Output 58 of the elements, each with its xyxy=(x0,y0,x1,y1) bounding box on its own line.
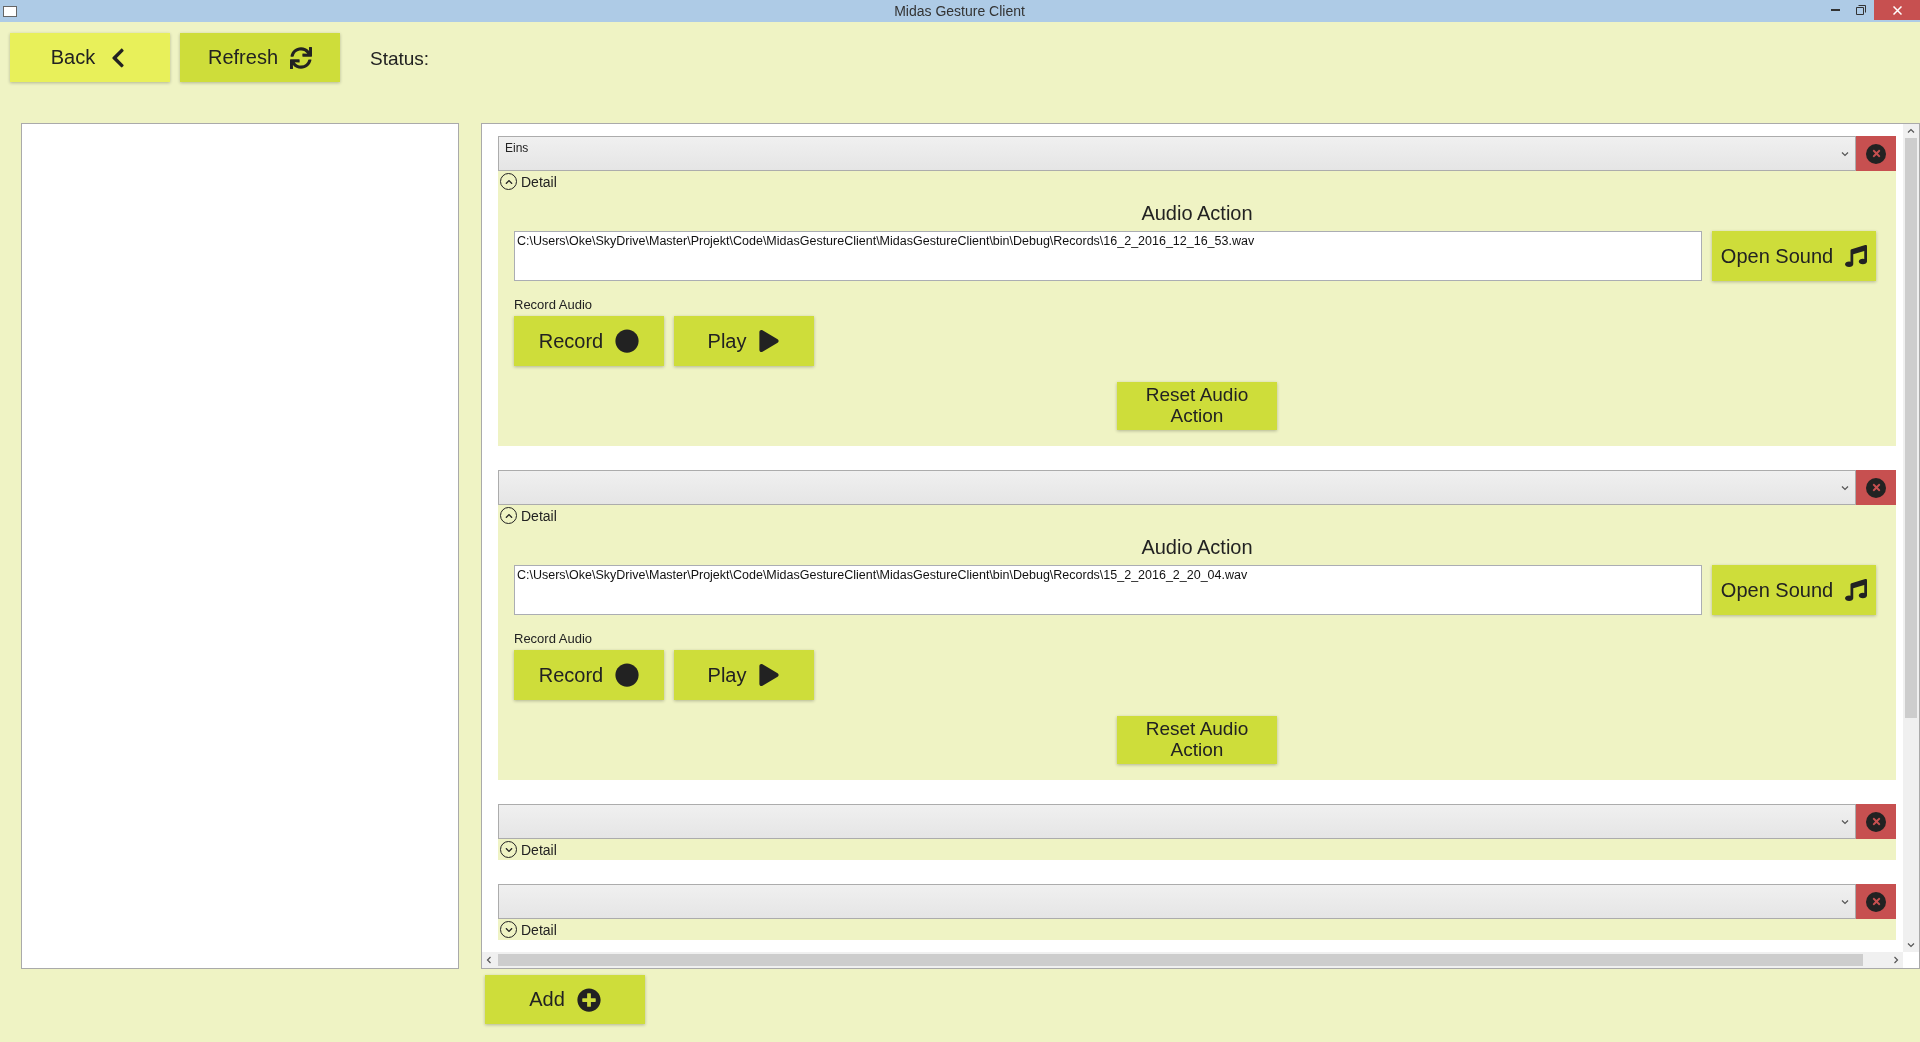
dropdown-caret-icon xyxy=(1841,898,1849,905)
play-icon xyxy=(758,664,781,686)
horizontal-scrollbar[interactable] xyxy=(482,952,1903,968)
app-icon xyxy=(3,5,17,17)
dropdown-caret-icon xyxy=(1841,484,1849,491)
close-icon xyxy=(1866,477,1886,498)
scroll-right-icon xyxy=(1893,956,1899,964)
refresh-icon xyxy=(290,46,312,69)
detail-toggle[interactable]: Detail xyxy=(498,171,559,192)
add-button[interactable]: Add xyxy=(485,975,645,1024)
remove-button[interactable] xyxy=(1856,470,1896,505)
restore-icon xyxy=(1856,5,1866,15)
minimize-icon xyxy=(1830,9,1840,11)
remove-button[interactable] xyxy=(1856,804,1896,839)
play-button[interactable]: Play xyxy=(674,316,814,366)
back-button[interactable]: Back xyxy=(10,33,170,82)
sound-path-field[interactable]: C:\Users\Oke\SkyDrive\Master\Projekt\Code\MidasGestureClient\MidasGestureClient\bin\Debug\Records\16_2_2016_12_16_53.wav xyxy=(514,231,1702,281)
gesture-dropdown[interactable] xyxy=(498,470,1856,505)
record-button[interactable]: Record xyxy=(514,650,664,700)
dropdown-caret-icon xyxy=(1841,150,1849,157)
record-circle-icon xyxy=(615,663,640,687)
detail-toggle[interactable]: Detail xyxy=(498,919,559,940)
music-note-icon xyxy=(1845,245,1868,267)
scrollbar-thumb[interactable] xyxy=(498,954,1863,966)
play-icon xyxy=(758,330,781,352)
detail-toggle[interactable]: Detail xyxy=(498,505,559,526)
section-title: Audio Action xyxy=(1141,202,1253,225)
reset-audio-action-button[interactable]: Reset Audio Action xyxy=(1117,716,1277,764)
remove-button[interactable] xyxy=(1856,884,1896,919)
dropdown-caret-icon xyxy=(1841,818,1849,825)
close-icon xyxy=(1892,5,1902,15)
music-note-icon xyxy=(1845,579,1868,601)
gesture-dropdown[interactable]: Eins xyxy=(498,136,1856,171)
record-circle-icon xyxy=(615,329,640,353)
close-icon xyxy=(1866,891,1886,912)
close-icon xyxy=(1866,143,1886,164)
status-label: Status: xyxy=(370,48,430,70)
detail-toggle[interactable]: Detail xyxy=(498,839,559,860)
gesture-dropdown[interactable] xyxy=(498,804,1856,839)
open-sound-button[interactable]: Open Sound xyxy=(1712,565,1876,615)
scroll-down-icon xyxy=(1907,942,1915,948)
scroll-left-icon xyxy=(486,956,492,964)
open-sound-button[interactable]: Open Sound xyxy=(1712,231,1876,281)
record-audio-label: Record Audio xyxy=(514,297,594,312)
scrollbar-thumb[interactable] xyxy=(1905,138,1917,718)
close-icon xyxy=(1866,811,1886,832)
window-title: Midas Gesture Client xyxy=(894,3,1025,19)
gesture-dropdown[interactable] xyxy=(498,884,1856,919)
play-button[interactable]: Play xyxy=(674,650,814,700)
sound-path-field[interactable]: C:\Users\Oke\SkyDrive\Master\Projekt\Code\MidasGestureClient\MidasGestureClient\bin\Debug\Records\15_2_2016_2_20_04.wav xyxy=(514,565,1702,615)
scroll-up-icon xyxy=(1907,128,1915,134)
record-button[interactable]: Record xyxy=(514,316,664,366)
section-title: Audio Action xyxy=(1141,536,1253,559)
remove-button[interactable] xyxy=(1856,136,1896,171)
reset-audio-action-button[interactable]: Reset Audio Action xyxy=(1117,382,1277,430)
vertical-scrollbar[interactable] xyxy=(1903,124,1919,952)
record-audio-label: Record Audio xyxy=(514,631,594,646)
refresh-button[interactable]: Refresh xyxy=(180,33,340,82)
